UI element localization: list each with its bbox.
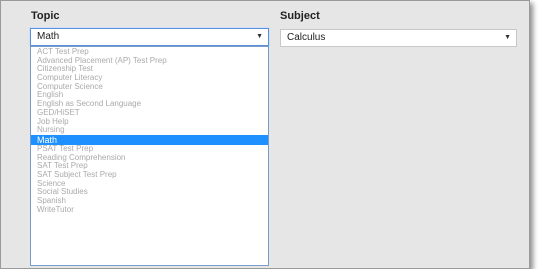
topic-option[interactable]: SAT Test Prep (31, 162, 268, 171)
subject-select-value: Calculus (287, 32, 326, 43)
topic-option[interactable]: English as Second Language (31, 100, 268, 109)
topic-option[interactable]: Spanish (31, 197, 268, 206)
form-panel: Topic Subject Math ▼ Calculus ▼ ACT Test… (0, 0, 530, 269)
topic-option[interactable]: Reading Comprehension (31, 154, 268, 163)
topic-label: Topic (31, 10, 60, 22)
chevron-down-icon: ▼ (504, 34, 511, 41)
subject-select[interactable]: Calculus ▼ (280, 29, 517, 47)
topic-option[interactable]: Computer Literacy (31, 74, 268, 83)
topic-option[interactable]: Nursing (31, 126, 268, 135)
topic-option[interactable]: Citizenship Test (31, 65, 268, 74)
topic-option[interactable]: Social Studies (31, 188, 268, 197)
topic-option[interactable]: WriteTutor (31, 206, 268, 215)
topic-option[interactable]: PSAT Test Prep (31, 145, 268, 154)
topic-option[interactable]: Advanced Placement (AP) Test Prep (31, 57, 268, 66)
chevron-down-icon: ▼ (256, 33, 263, 40)
topic-option[interactable]: GED/HiSET (31, 109, 268, 118)
topic-option[interactable]: SAT Subject Test Prep (31, 171, 268, 180)
topic-select[interactable]: Math ▼ (30, 28, 269, 46)
topic-dropdown-list: ACT Test Prep Advanced Placement (AP) Te… (30, 46, 269, 266)
topic-option[interactable]: English (31, 91, 268, 100)
topic-option[interactable]: Job Help (31, 118, 268, 127)
topic-option[interactable]: Computer Science (31, 83, 268, 92)
topic-option[interactable]: Science (31, 180, 268, 189)
subject-label: Subject (280, 10, 320, 22)
topic-select-value: Math (37, 31, 60, 42)
topic-option-selected[interactable]: Math (31, 134, 268, 145)
topic-option[interactable]: ACT Test Prep (31, 48, 268, 57)
